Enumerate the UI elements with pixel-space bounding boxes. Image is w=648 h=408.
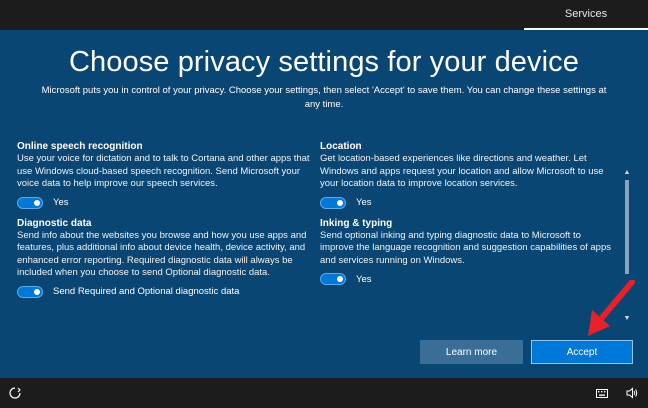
scroll-thumb[interactable] <box>625 180 629 274</box>
inking-toggle[interactable] <box>320 273 346 285</box>
setting-title: Online speech recognition <box>17 141 143 152</box>
keyboard-icon[interactable] <box>596 389 608 398</box>
toggle-row: Send Required and Optional diagnostic da… <box>17 284 311 300</box>
setting-description: Send optional inking and typing diagnost… <box>320 229 612 266</box>
setting-diagnostic-data: Diagnostic data Send info about the webs… <box>17 217 311 300</box>
toggle-knob <box>337 276 343 282</box>
tab-services[interactable]: Services <box>524 0 648 30</box>
setting-title: Inking & typing <box>320 217 393 229</box>
toggle-row: Yes <box>320 271 614 287</box>
setting-description: Get location-based experiences like dire… <box>320 153 604 189</box>
location-toggle[interactable] <box>320 196 346 209</box>
top-bar: Services <box>0 0 648 30</box>
toggle-label: Yes <box>356 197 372 208</box>
diagnostic-toggle[interactable] <box>17 285 43 298</box>
toggle-knob <box>34 288 40 295</box>
setting-description: Use your voice for dictation and to talk… <box>17 153 310 189</box>
volume-icon[interactable] <box>626 387 638 399</box>
settings-column-left: Online speech recognition Use your voice… <box>17 140 311 306</box>
toggle-label: Send Required and Optional diagnostic da… <box>53 286 240 297</box>
bottom-bar <box>0 378 648 408</box>
setting-title: Location <box>320 141 362 152</box>
toggle-knob <box>337 199 343 206</box>
page-title: Choose privacy settings for your device <box>68 46 580 78</box>
settings-column-right: Location Get location-based experiences … <box>320 140 614 293</box>
ease-of-access-icon[interactable] <box>9 387 21 399</box>
red-arrow-annotation-icon <box>588 280 635 336</box>
accept-button[interactable]: Accept <box>531 340 633 364</box>
toggle-label: Yes <box>53 197 69 208</box>
page-subtitle: Microsoft puts you in control of your pr… <box>41 85 607 110</box>
setting-description: Send info about the websites you browse … <box>17 229 307 279</box>
toggle-label: Yes <box>356 273 372 285</box>
setting-online-speech: Online speech recognition Use your voice… <box>17 140 311 211</box>
learn-more-button[interactable]: Learn more <box>420 340 523 364</box>
toggle-row: Yes <box>17 195 311 211</box>
toggle-row: Yes <box>320 195 614 211</box>
setting-title: Diagnostic data <box>17 217 92 229</box>
toggle-knob <box>34 199 40 206</box>
scroll-up-icon[interactable]: ▲ <box>622 168 632 178</box>
setting-inking-typing: Inking & typing Send optional inking and… <box>320 217 614 288</box>
speech-toggle[interactable] <box>17 196 43 209</box>
setting-location: Location Get location-based experiences … <box>320 140 614 211</box>
